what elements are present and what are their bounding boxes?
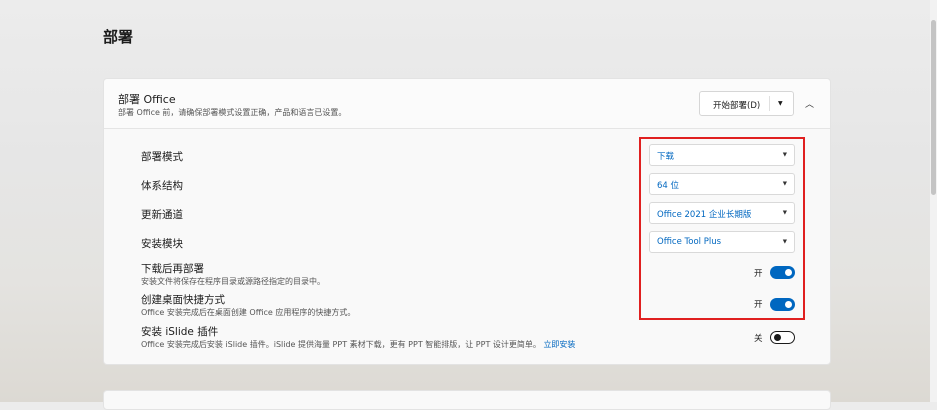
scrollbar-track[interactable] <box>930 0 937 402</box>
start-deploy-label: 开始部署(D) <box>713 101 761 111</box>
deploy-after-download-desc: 安装文件将保存在程序目录或源路径指定的目录中。 <box>141 277 325 286</box>
desktop-shortcut-desc: Office 安装完成后在桌面创建 Office 应用程序的快捷方式。 <box>141 308 356 317</box>
desktop-shortcut-label: 创建桌面快捷方式 <box>141 294 225 306</box>
button-divider <box>769 96 770 111</box>
arch-label: 体系结构 <box>141 180 183 192</box>
deploy-card-header[interactable]: 部署 Office 部署 Office 前，请确保部署模式设置正确，产品和语言已… <box>104 79 830 129</box>
islide-desc: Office 安装完成后安装 iSlide 插件。iSlide 提供海量 PPT… <box>141 339 575 350</box>
deploy-card-title: 部署 Office <box>118 93 176 106</box>
start-deploy-button[interactable]: 开始部署(D) ▼ <box>699 91 794 116</box>
chevron-up-icon[interactable]: ︿ <box>805 97 814 110</box>
deploy-after-download-label: 下载后再部署 <box>141 263 204 275</box>
next-card <box>103 390 831 410</box>
channel-label: 更新通道 <box>141 209 183 221</box>
scrollbar-thumb[interactable] <box>931 20 936 195</box>
toggle-knob <box>774 334 781 341</box>
mode-label: 部署模式 <box>141 151 183 163</box>
islide-toggle[interactable] <box>770 331 795 344</box>
islide-label: 安装 iSlide 插件 <box>141 326 219 338</box>
module-label: 安装模块 <box>141 238 183 250</box>
install-now-link[interactable]: 立即安装 <box>543 340 575 349</box>
islide-state: 关 <box>754 334 763 344</box>
islide-desc-text: Office 安装完成后安装 iSlide 插件。iSlide 提供海量 PPT… <box>141 340 541 349</box>
page-title: 部署 <box>103 28 134 46</box>
highlight-annotation-box <box>639 137 805 320</box>
deploy-card-description: 部署 Office 前，请确保部署模式设置正确，产品和语言已设置。 <box>118 108 347 117</box>
chevron-down-icon[interactable]: ▼ <box>778 100 783 107</box>
